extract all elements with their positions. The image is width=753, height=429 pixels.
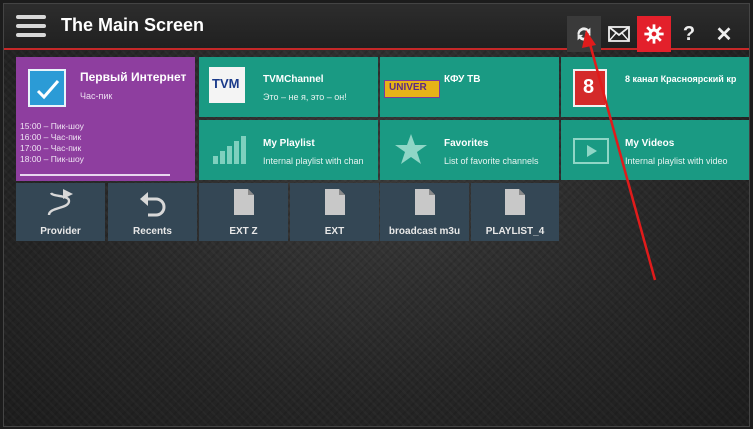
source-label: Recents — [133, 226, 172, 237]
featured-channel-name: Первый Интернет — [80, 70, 187, 84]
featured-channel-logo — [28, 69, 66, 107]
source-label: EXT Z — [229, 226, 258, 237]
help-button[interactable]: ? — [672, 16, 706, 52]
featured-channel-tile[interactable]: Первый Интернет Час-пик 15:00 – Пик-шоу … — [16, 57, 195, 181]
channel-8-logo: 8 — [573, 69, 607, 107]
channel-name: КФУ ТВ — [444, 74, 481, 85]
schedule-line: 18:00 – Пик-шоу — [20, 154, 84, 164]
list-subtitle: Internal playlist with chan — [263, 156, 364, 166]
my-videos-tile[interactable]: My Videos Internal playlist with video — [561, 120, 749, 180]
schedule-line: 16:00 – Час-пик — [20, 132, 82, 142]
tvm-logo: TVM — [209, 67, 245, 103]
source-label: EXT — [324, 226, 345, 237]
close-button[interactable]: ✕ — [707, 16, 741, 52]
favorites-tile[interactable]: Favorites List of favorite channels — [380, 120, 559, 180]
progress-bar — [20, 174, 170, 176]
hamburger-menu-icon[interactable] — [16, 15, 46, 37]
sync-icon — [577, 27, 591, 41]
list-subtitle: Internal playlist with video — [625, 156, 728, 166]
featured-current-show: Час-пик — [80, 91, 113, 101]
channel-tile-8-kanal[interactable]: 8 8 канал Красноярский кр — [561, 57, 749, 117]
mail-button[interactable] — [602, 16, 636, 52]
app-window: The Main Screen ? ✕ Первый Интернет Час-… — [3, 3, 750, 427]
list-name: Favorites — [444, 138, 489, 149]
list-name: My Playlist — [263, 138, 315, 149]
settings-button[interactable] — [637, 16, 671, 52]
source-label: broadcast m3u — [388, 226, 461, 237]
list-name: My Videos — [625, 138, 675, 149]
source-label: Provider — [40, 226, 81, 237]
file-icon — [325, 189, 345, 215]
bar-signal-icon — [213, 136, 246, 164]
playlist-4-tile[interactable]: PLAYLIST_4 — [471, 183, 559, 241]
page-title: The Main Screen — [61, 15, 205, 35]
list-subtitle: List of favorite channels — [444, 156, 539, 166]
header-bar: The Main Screen ? ✕ — [4, 4, 749, 52]
source-label: PLAYLIST_4 — [485, 226, 545, 237]
univer-logo: UNIVER — [384, 80, 440, 98]
provider-tile[interactable]: Provider — [16, 183, 105, 241]
recents-tile[interactable]: Recents — [108, 183, 197, 241]
star-icon — [395, 134, 427, 164]
channel-tile-kfu-tv[interactable]: UNIVER КФУ ТВ — [380, 57, 559, 117]
channel-tile-tvmchannel[interactable]: TVM TVMChannel Это – не я, это – он! — [199, 57, 378, 117]
provider-icon — [47, 189, 73, 216]
mail-icon — [608, 26, 630, 42]
channel-name: 8 канал Красноярский кр — [625, 74, 737, 84]
schedule-line: 17:00 – Час-пик — [20, 143, 82, 153]
file-icon — [234, 189, 254, 215]
schedule-line: 15:00 – Пик-шоу — [20, 121, 84, 131]
ext-z-tile[interactable]: EXT Z — [199, 183, 288, 241]
video-play-icon — [573, 138, 609, 164]
channel-subtitle: Это – не я, это – он! — [263, 92, 347, 102]
undo-icon — [140, 192, 166, 217]
checkmark-icon — [36, 80, 60, 100]
channel-name: TVMChannel — [263, 74, 324, 85]
my-playlist-tile[interactable]: My Playlist Internal playlist with chan — [199, 120, 378, 180]
file-icon — [505, 189, 525, 215]
ext-tile[interactable]: EXT — [290, 183, 379, 241]
sync-button[interactable] — [567, 16, 601, 52]
broadcast-m3u-tile[interactable]: broadcast m3u — [380, 183, 469, 241]
gear-icon — [644, 24, 664, 44]
file-icon — [415, 189, 435, 215]
